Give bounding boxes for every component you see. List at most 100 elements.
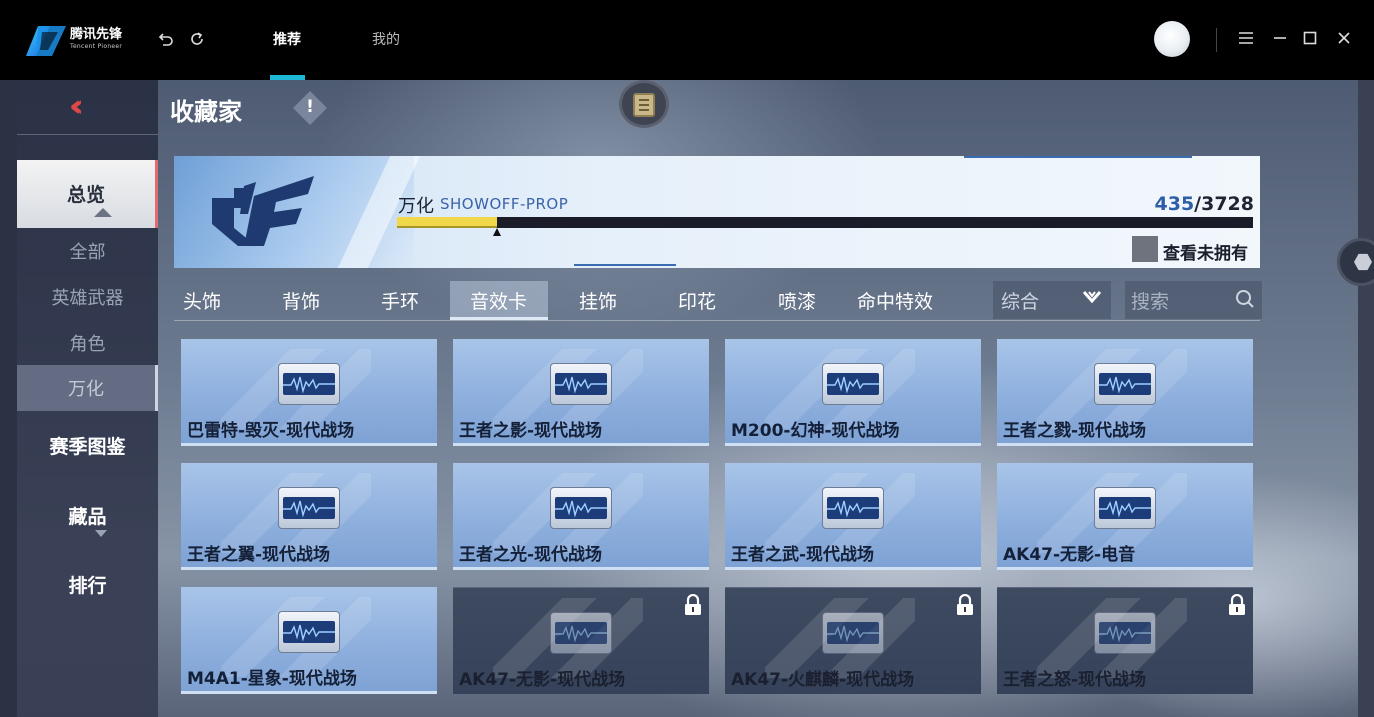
sound-card-item[interactable]: 王者之光-现代战场 xyxy=(453,463,709,570)
page-title: 收藏家 xyxy=(170,98,242,126)
search-icon[interactable] xyxy=(1235,289,1255,309)
banner-accent-line xyxy=(574,264,676,266)
item-name: 王者之光-现代战场 xyxy=(459,545,603,565)
tencent-pioneer-logo-icon xyxy=(26,26,66,56)
show-unowned-label[interactable]: 查看未拥有 xyxy=(1163,239,1248,264)
collection-progress-banner: 万化 SHOWOFF-PROP 435/3728 查看未拥有 xyxy=(174,156,1260,268)
search-placeholder: 搜索 xyxy=(1131,291,1170,313)
hexagon-icon xyxy=(1354,253,1372,271)
sound-card-icon xyxy=(278,363,340,405)
banner-category-english: SHOWOFF-PROP xyxy=(440,195,569,213)
nav-item-label: 万化 xyxy=(68,379,104,400)
tab-mine[interactable]: 我的 xyxy=(372,30,400,50)
item-name: 王者之影-现代战场 xyxy=(459,421,603,441)
sound-card-icon xyxy=(550,612,612,654)
sound-card-icon xyxy=(1094,487,1156,529)
sound-card-item[interactable]: AK47-火麒麟-现代战场 xyxy=(725,587,981,694)
tab-bracelet[interactable]: 手环 xyxy=(381,287,419,314)
progress-marker-icon xyxy=(493,228,501,236)
collection-current: 435 xyxy=(1154,193,1195,215)
sound-card-icon xyxy=(550,363,612,405)
refresh-icon[interactable] xyxy=(187,30,207,50)
nav-item-all[interactable]: 全部 xyxy=(17,238,158,264)
search-input[interactable]: 搜索 xyxy=(1125,281,1262,319)
sound-card-item[interactable]: M4A1-星象-现代战场 xyxy=(181,587,437,694)
close-icon[interactable] xyxy=(1334,30,1354,50)
minimize-icon[interactable] xyxy=(1270,30,1290,50)
tab-pendant[interactable]: 挂饰 xyxy=(579,287,617,314)
item-name: M4A1-星象-现代战场 xyxy=(187,669,357,689)
titlebar-divider xyxy=(1216,28,1217,52)
sound-card-item[interactable]: AK47-无影-现代战场 xyxy=(453,587,709,694)
nav-item-overview[interactable]: 总览 xyxy=(17,160,158,228)
maximize-icon[interactable] xyxy=(1300,30,1320,50)
side-drawer-button[interactable] xyxy=(1337,238,1374,286)
banner-accent-line xyxy=(964,156,1192,158)
double-chevron-left-icon: ‹‹ xyxy=(69,89,83,124)
logo-text: 腾讯先锋 xyxy=(70,27,123,42)
sound-card-icon xyxy=(822,487,884,529)
item-name: AK47-火麒麟-现代战场 xyxy=(731,670,915,690)
nav-item-season-guide[interactable]: 赛季图鉴 xyxy=(17,432,158,459)
item-name: 王者之武-现代战场 xyxy=(731,545,875,565)
game-border-right xyxy=(1358,80,1374,717)
document-button[interactable] xyxy=(619,80,669,128)
crossfire-logo-icon xyxy=(212,176,314,246)
sound-card-icon xyxy=(822,612,884,654)
document-icon xyxy=(633,93,655,117)
tab-headwear[interactable]: 头饰 xyxy=(183,287,221,314)
collection-progress-fill xyxy=(397,217,497,228)
nav-item-label: 总览 xyxy=(66,184,105,206)
category-tab-bar: 头饰 背饰 手环 音效卡 挂饰 印花 喷漆 命中特效 综合 搜索 xyxy=(174,280,1262,321)
sound-card-icon xyxy=(1094,363,1156,405)
show-unowned-checkbox[interactable] xyxy=(1132,236,1158,262)
tab-backwear[interactable]: 背饰 xyxy=(282,287,320,314)
item-name: 王者之怒-现代战场 xyxy=(1003,670,1147,690)
sound-card-item[interactable]: 巴雷特-毁灭-现代战场 xyxy=(181,339,437,446)
sound-card-icon xyxy=(278,611,340,653)
sound-card-icon xyxy=(278,487,340,529)
back-button[interactable]: ‹‹ xyxy=(17,80,158,135)
game-border-left xyxy=(0,80,17,717)
collapse-triangle-icon xyxy=(94,208,112,217)
sound-card-item[interactable]: AK47-无影-电音 xyxy=(997,463,1253,570)
collection-progress-bar xyxy=(397,217,1253,228)
collection-total: /3728 xyxy=(1194,193,1254,215)
back-icon[interactable] xyxy=(156,30,176,50)
collection-sidebar: ‹‹ 总览 全部 英雄武器 角色 万化 赛季图鉴 藏品 排行 xyxy=(17,80,158,717)
tab-recommend[interactable]: 推荐 xyxy=(273,30,301,50)
sound-card-item[interactable]: 王者之戮-现代战场 xyxy=(997,339,1253,446)
sort-dropdown[interactable]: 综合 xyxy=(993,281,1111,319)
tab-hit-effect[interactable]: 命中特效 xyxy=(857,287,933,314)
title-bar: 腾讯先锋 Tencent Pioneer 推荐 我的 xyxy=(0,0,1374,80)
item-name: 王者之翼-现代战场 xyxy=(187,545,331,565)
sound-card-icon xyxy=(822,363,884,405)
sound-card-icon xyxy=(550,487,612,529)
logo-subtitle: Tencent Pioneer xyxy=(70,43,123,50)
info-icon: ! xyxy=(306,97,314,117)
sound-card-item[interactable]: M200-幻神-现代战场 xyxy=(725,339,981,446)
nav-item-characters[interactable]: 角色 xyxy=(17,330,158,356)
nav-item-wanhua[interactable]: 万化 xyxy=(17,365,158,411)
sound-card-item[interactable]: 王者之翼-现代战场 xyxy=(181,463,437,570)
nav-item-collectibles[interactable]: 藏品 xyxy=(17,502,158,529)
nav-item-ranking[interactable]: 排行 xyxy=(17,571,158,598)
sound-card-item[interactable]: 王者之影-现代战场 xyxy=(453,339,709,446)
nav-item-hero-weapons[interactable]: 英雄武器 xyxy=(17,284,158,310)
sound-card-item[interactable]: 王者之武-现代战场 xyxy=(725,463,981,570)
game-viewport: ‹‹ 总览 全部 英雄武器 角色 万化 赛季图鉴 藏品 排行 收藏家 ! 万化 … xyxy=(0,80,1374,717)
avatar[interactable] xyxy=(1154,21,1190,57)
tab-print[interactable]: 印花 xyxy=(678,287,716,314)
sound-card-icon xyxy=(1094,612,1156,654)
item-name: 巴雷特-毁灭-现代战场 xyxy=(187,421,355,441)
sound-card-item[interactable]: 王者之怒-现代战场 xyxy=(997,587,1253,694)
expand-triangle-icon xyxy=(95,530,107,537)
item-name: M200-幻神-现代战场 xyxy=(731,421,900,441)
sort-selected-value: 综合 xyxy=(1001,291,1040,313)
item-name: 王者之戮-现代战场 xyxy=(1003,421,1147,441)
collection-count: 435/3728 xyxy=(1155,193,1255,215)
tab-spray[interactable]: 喷漆 xyxy=(778,287,816,314)
banner-category-name: 万化 xyxy=(398,196,434,217)
menu-icon[interactable] xyxy=(1236,30,1256,50)
tab-sound-card[interactable]: 音效卡 xyxy=(470,287,527,314)
